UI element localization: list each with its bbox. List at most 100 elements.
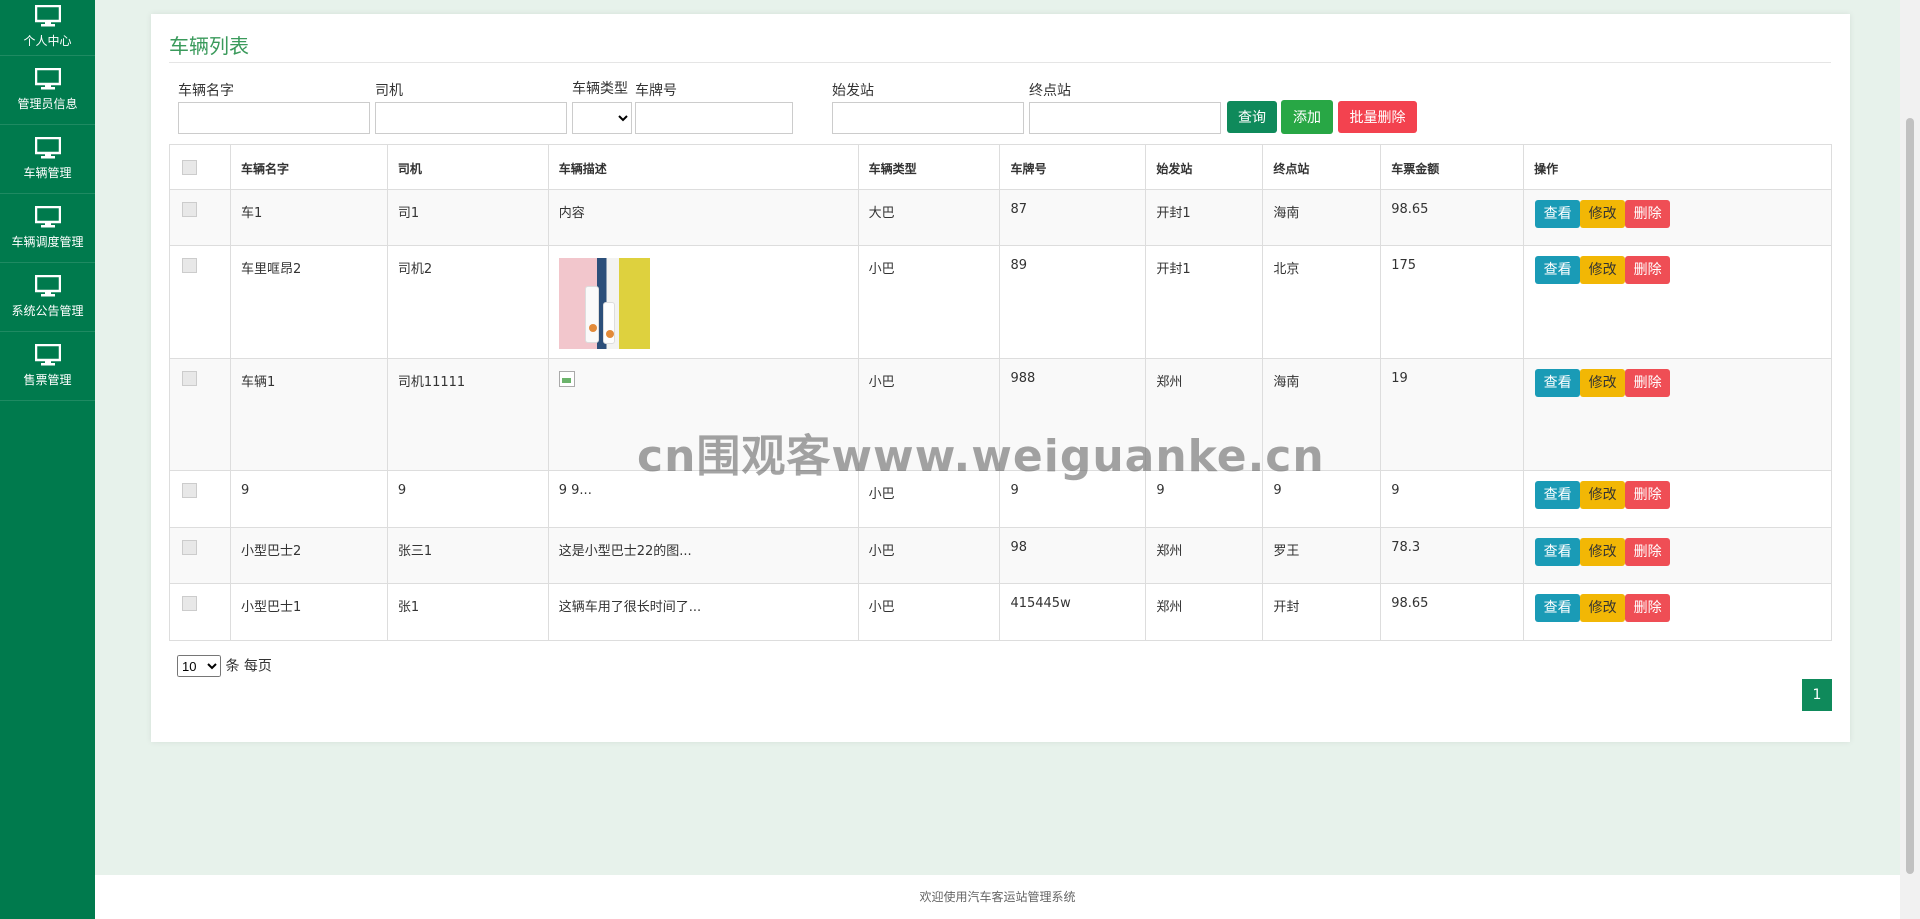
cell-actions: 查看 修改 删除 — [1523, 245, 1832, 359]
delete-button[interactable]: 删除 — [1625, 256, 1671, 284]
sidebar-item-admin-info[interactable]: 管理员信息 — [0, 56, 95, 125]
cell-actions: 查看 修改 删除 — [1523, 583, 1832, 641]
sidebar-item-label: 车辆管理 — [23, 166, 72, 180]
cell-desc: 内容 — [547, 189, 859, 246]
row-select-cell[interactable] — [169, 470, 231, 528]
sidebar-item-personal-center[interactable]: 个人中心 — [0, 0, 95, 56]
row-select-cell[interactable] — [169, 527, 231, 584]
column-header: 车辆名字 — [229, 144, 388, 190]
sidebar-item-ticket-management[interactable]: 售票管理 — [0, 332, 95, 401]
cell-actions: 查看 修改 删除 — [1523, 470, 1832, 528]
row-checkbox[interactable] — [182, 371, 197, 386]
page-button-current[interactable]: 1 — [1802, 679, 1832, 711]
cell-plate: 988 — [999, 358, 1147, 471]
cell-desc: 这是小型巴士22的图... — [547, 527, 859, 584]
cell-plate: 89 — [999, 245, 1147, 359]
cell-type: 大巴 — [857, 189, 1001, 246]
page-size-suffix: 条 每页 — [225, 658, 272, 675]
row-checkbox[interactable] — [182, 258, 197, 273]
view-button[interactable]: 查看 — [1535, 481, 1581, 509]
cell-start: 开封1 — [1145, 189, 1264, 246]
scrollbar-thumb[interactable] — [1906, 118, 1914, 874]
monitor-icon — [34, 344, 61, 366]
page-size-select[interactable]: 10 — [177, 655, 221, 677]
sidebar-item-label: 车辆调度管理 — [11, 235, 84, 249]
cell-name: 车里哐昂2 — [229, 245, 388, 359]
row-select-cell[interactable] — [169, 189, 231, 246]
delete-button[interactable]: 删除 — [1625, 538, 1671, 566]
sidebar-item-dispatch-management[interactable]: 车辆调度管理 — [0, 194, 95, 263]
cell-start: 郑州 — [1145, 527, 1264, 584]
table-row: 车里哐昂2 司机2 小巴 89 开封1 北京 175 查看 修改 删除 — [169, 245, 1832, 359]
broken-image-icon — [558, 371, 575, 387]
view-button[interactable]: 查看 — [1535, 369, 1581, 397]
sidebar-item-announcement-management[interactable]: 系统公告管理 — [0, 263, 95, 332]
footer-text: 欢迎使用汽车客运站管理系统 — [95, 875, 1900, 919]
cell-start: 9 — [1145, 470, 1264, 528]
filter-plate-input[interactable] — [635, 102, 793, 134]
cell-end: 9 — [1262, 470, 1382, 528]
cell-plate: 9 — [999, 470, 1147, 528]
view-button[interactable]: 查看 — [1535, 594, 1581, 622]
filter-start-input[interactable] — [832, 102, 1024, 134]
filter-end-input[interactable] — [1029, 102, 1221, 134]
query-button[interactable]: 查询 — [1227, 101, 1277, 133]
edit-button[interactable]: 修改 — [1580, 481, 1626, 509]
row-select-cell[interactable] — [169, 583, 231, 641]
cell-start: 开封1 — [1145, 245, 1264, 359]
cell-name: 9 — [229, 470, 388, 528]
delete-button[interactable]: 删除 — [1625, 200, 1671, 228]
row-checkbox[interactable] — [182, 483, 197, 498]
row-checkbox[interactable] — [182, 596, 197, 611]
cell-driver: 司1 — [386, 189, 549, 246]
cell-driver: 张三1 — [386, 527, 549, 584]
batch-delete-button[interactable]: 批量删除 — [1338, 101, 1417, 133]
delete-button[interactable]: 删除 — [1625, 594, 1671, 622]
select-all-checkbox[interactable] — [182, 160, 197, 175]
delete-button[interactable]: 删除 — [1625, 481, 1671, 509]
cell-desc — [547, 245, 859, 359]
cell-desc — [547, 358, 859, 471]
sidebar-item-label: 售票管理 — [23, 373, 72, 387]
filter-driver-input[interactable] — [375, 102, 567, 134]
edit-button[interactable]: 修改 — [1580, 594, 1626, 622]
vehicle-table: 车辆名字 司机 车辆描述 车辆类型 车牌号 始发站 终点站 车票金额 操作 车1… — [169, 144, 1832, 641]
cell-price: 9 — [1380, 470, 1525, 528]
cell-price: 98.65 — [1380, 583, 1525, 641]
edit-button[interactable]: 修改 — [1580, 369, 1626, 397]
filter-name-input[interactable] — [178, 102, 370, 134]
delete-button[interactable]: 删除 — [1625, 369, 1671, 397]
column-header: 车牌号 — [999, 144, 1147, 190]
sidebar-item-vehicle-management[interactable]: 车辆管理 — [0, 125, 95, 194]
cell-end: 海南 — [1262, 358, 1382, 471]
filter-type-select[interactable] — [572, 102, 632, 134]
filter-plate-label: 车牌号 — [635, 83, 677, 99]
cell-name: 小型巴士1 — [229, 583, 388, 641]
cell-end: 罗王 — [1262, 527, 1382, 584]
column-header: 车辆描述 — [547, 144, 859, 190]
row-checkbox[interactable] — [182, 540, 197, 555]
monitor-icon — [34, 275, 61, 297]
view-button[interactable]: 查看 — [1535, 200, 1581, 228]
cell-price: 98.65 — [1380, 189, 1525, 246]
cell-name: 小型巴士2 — [229, 527, 388, 584]
vehicle-list-card: 车辆列表 车辆名字 司机 车辆类型 车牌号 始发站 终点站 查询 添加 批量删除… — [151, 14, 1850, 742]
view-button[interactable]: 查看 — [1535, 256, 1581, 284]
row-select-cell[interactable] — [169, 245, 231, 359]
row-select-cell[interactable] — [169, 358, 231, 471]
bottle-shape — [584, 286, 599, 343]
edit-button[interactable]: 修改 — [1580, 200, 1626, 228]
cell-name: 车辆1 — [229, 358, 388, 471]
add-button[interactable]: 添加 — [1281, 100, 1333, 134]
filter-start-label: 始发站 — [832, 83, 874, 99]
cell-name: 车1 — [229, 189, 388, 246]
cell-start: 郑州 — [1145, 583, 1264, 641]
select-all-cell[interactable] — [169, 144, 231, 190]
edit-button[interactable]: 修改 — [1580, 256, 1626, 284]
row-checkbox[interactable] — [182, 202, 197, 217]
column-header: 车辆类型 — [857, 144, 1001, 190]
filter-name-label: 车辆名字 — [178, 83, 234, 99]
filter-type-label: 车辆类型 — [572, 81, 628, 97]
edit-button[interactable]: 修改 — [1580, 538, 1626, 566]
view-button[interactable]: 查看 — [1535, 538, 1581, 566]
